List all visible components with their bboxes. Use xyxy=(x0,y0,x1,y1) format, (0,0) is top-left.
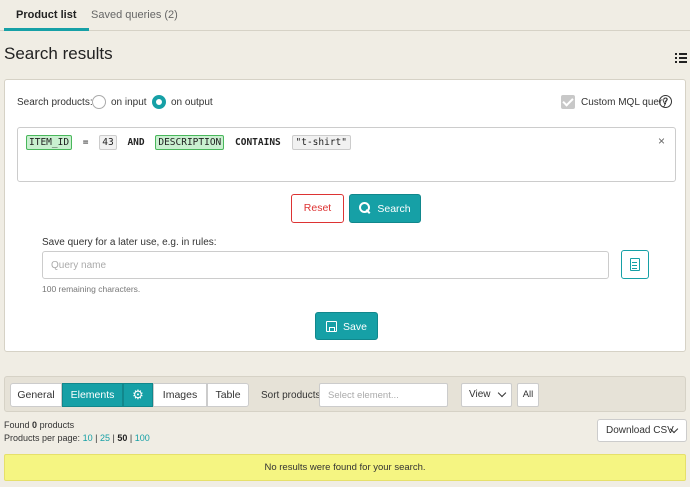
found-count: Found 0 products xyxy=(4,420,74,430)
sort-products-label: Sort products xyxy=(261,390,321,401)
save-query-label: Save query for a later use, e.g. in rule… xyxy=(42,237,217,248)
download-csv-label: Download CSV xyxy=(606,425,674,436)
query-token-keyword: CONTAINS xyxy=(235,137,281,148)
radio-on-output-label[interactable]: on output xyxy=(171,97,213,108)
page-title: Search results xyxy=(4,44,113,63)
radio-on-input-label[interactable]: on input xyxy=(111,97,147,108)
found-prefix: Found xyxy=(4,420,30,430)
query-token-operator: = xyxy=(82,137,89,148)
download-csv-button[interactable]: Download CSV xyxy=(597,419,687,442)
query-token-field: DESCRIPTION xyxy=(155,135,225,150)
query-token-field: ITEM_ID xyxy=(26,135,73,150)
custom-mql-checkbox[interactable] xyxy=(561,95,575,109)
help-icon[interactable]: ? xyxy=(659,95,672,108)
view-general-button[interactable]: General xyxy=(10,383,62,407)
per-page-25[interactable]: 25 xyxy=(100,433,110,443)
per-page-10[interactable]: 10 xyxy=(83,433,93,443)
per-page-label: Products per page: xyxy=(4,433,81,443)
query-token-string: "t-shirt" xyxy=(291,135,351,150)
per-page-50: 50 xyxy=(117,433,128,443)
search-panel: Search products: on input on output Cust… xyxy=(4,79,686,352)
tab-bar: Product list Saved queries (2) xyxy=(0,0,690,31)
save-button-label: Save xyxy=(343,321,367,333)
reset-button[interactable]: Reset xyxy=(291,194,344,223)
custom-mql-label[interactable]: Custom MQL query xyxy=(581,97,667,108)
view-elements-button[interactable]: Elements xyxy=(62,383,123,407)
radio-on-input[interactable] xyxy=(92,95,106,109)
no-results-alert: No results were found for your search. xyxy=(4,454,686,481)
close-icon[interactable]: × xyxy=(658,134,665,148)
all-button[interactable]: All xyxy=(517,383,539,407)
view-dropdown-label: View xyxy=(469,389,491,400)
separator: | xyxy=(112,433,115,443)
chevron-down-icon xyxy=(497,388,507,398)
tab-saved-queries[interactable]: Saved queries (2) xyxy=(79,0,190,31)
sort-element-select[interactable] xyxy=(319,383,448,407)
products-per-page: Products per page: 10 | 25 | 50 | 100 xyxy=(4,433,150,443)
radio-on-output[interactable] xyxy=(152,95,166,109)
query-token-keyword: AND xyxy=(127,137,145,148)
separator: | xyxy=(95,433,98,443)
separator: | xyxy=(129,433,133,443)
per-page-100[interactable]: 100 xyxy=(135,433,150,443)
document-icon xyxy=(630,258,640,271)
found-suffix: products xyxy=(39,420,75,430)
document-button[interactable] xyxy=(621,250,649,279)
list-icon[interactable] xyxy=(675,53,687,64)
query-line: ITEM_ID = 43 AND DESCRIPTION CONTAINS "t… xyxy=(26,135,356,150)
mql-query-editor[interactable]: ITEM_ID = 43 AND DESCRIPTION CONTAINS "t… xyxy=(17,127,676,182)
view-table-button[interactable]: Table xyxy=(207,383,249,407)
view-dropdown[interactable]: View xyxy=(461,383,512,407)
results-toolbar: General Elements ⚙ Images Table Sort pro… xyxy=(4,376,686,412)
tab-product-list[interactable]: Product list xyxy=(4,0,89,31)
search-products-label: Search products: xyxy=(17,97,93,108)
gear-icon[interactable]: ⚙ xyxy=(123,383,153,407)
search-icon xyxy=(359,202,371,214)
save-icon xyxy=(326,321,338,332)
search-button-label: Search xyxy=(377,203,411,215)
query-token-number: 43 xyxy=(99,135,117,150)
search-button[interactable]: Search xyxy=(349,194,421,223)
save-button[interactable]: Save xyxy=(315,312,378,340)
view-images-button[interactable]: Images xyxy=(153,383,207,407)
query-name-input[interactable] xyxy=(42,251,609,279)
remaining-characters: 100 remaining characters. xyxy=(42,284,141,294)
found-number: 0 xyxy=(32,420,38,430)
